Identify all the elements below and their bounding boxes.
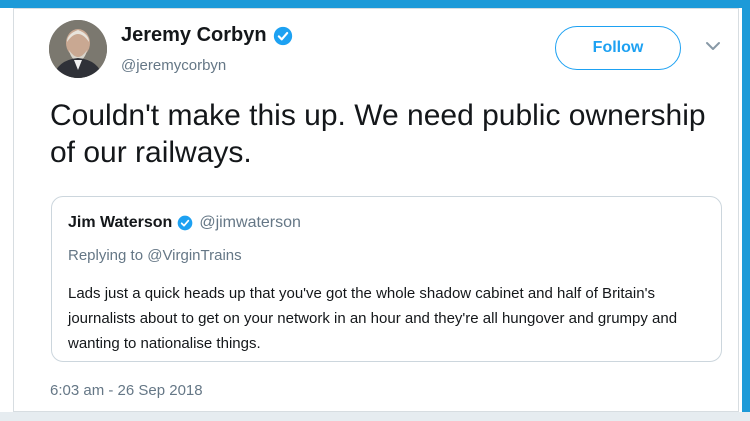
author-avatar[interactable] — [49, 20, 107, 78]
quoted-tweet-header: Jim Waterson @jimwaterson — [68, 214, 301, 232]
quoted-author-name: Jim Waterson — [68, 214, 173, 231]
author-handle[interactable]: @jeremycorbyn — [121, 57, 226, 74]
quoted-tweet-text: Lads just a quick heads up that you've g… — [68, 285, 678, 352]
follow-button[interactable]: Follow — [555, 26, 681, 70]
author-name-row: Jeremy Corbyn — [121, 24, 293, 47]
frame-right-edge — [742, 0, 750, 421]
author-name[interactable]: Jeremy Corbyn — [121, 24, 267, 47]
quoted-tweet[interactable]: Jim Waterson @jimwaterson Replying to @V… — [51, 196, 722, 362]
verified-badge-icon — [177, 215, 193, 231]
tweet-timestamp[interactable]: 6:03 am - 26 Sep 2018 — [50, 382, 203, 399]
replying-to-label: Replying to — [68, 247, 144, 264]
tweet-text: Couldn't make this up. We need public ow… — [50, 99, 706, 169]
quoted-author-handle: @jimwaterson — [199, 214, 301, 231]
verified-badge-icon — [273, 26, 292, 45]
frame-top-bar — [0, 0, 750, 8]
replying-to-handle[interactable]: @VirginTrains — [147, 247, 241, 264]
avatar-photo — [49, 20, 107, 78]
frame-bottom-strip — [0, 412, 750, 421]
chevron-down-icon[interactable] — [704, 39, 722, 53]
tweet-card: Jeremy Corbyn @jeremycorbyn Follow Could… — [13, 8, 739, 412]
replying-to-line: Replying to @VirginTrains — [68, 247, 242, 264]
